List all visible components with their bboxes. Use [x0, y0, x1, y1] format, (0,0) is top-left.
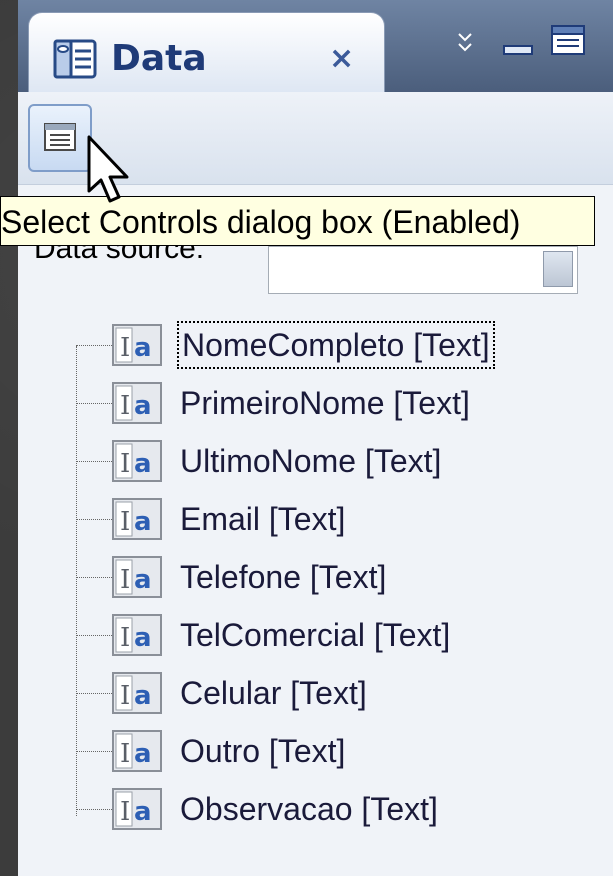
tree-branch-line	[76, 809, 114, 810]
svg-text:I: I	[120, 507, 130, 537]
panel-menu-chevron-icon[interactable]	[455, 28, 475, 67]
tree-item[interactable]: I a TelComercial [Text]	[18, 606, 613, 664]
tree-branch-line	[76, 693, 114, 694]
tab-label: Data	[111, 38, 207, 79]
svg-text:I: I	[120, 797, 130, 827]
data-panel: Data × Data source: I a NomeCompleto [Te…	[18, 0, 613, 876]
tree-branch-line	[76, 577, 114, 578]
svg-text:I: I	[120, 681, 130, 711]
svg-text:a: a	[134, 333, 152, 363]
tree-branch-line	[76, 403, 114, 404]
tree-item-label: Email [Text]	[180, 501, 346, 537]
tab-data[interactable]: Data ×	[28, 12, 385, 95]
tree-item[interactable]: I a Outro [Text]	[18, 722, 613, 780]
tree-branch-line	[76, 461, 114, 462]
data-source-row: Data source:	[18, 232, 613, 306]
text-field-icon: I a	[112, 672, 162, 714]
svg-text:a: a	[134, 391, 152, 421]
select-controls-button[interactable]	[28, 104, 92, 172]
tree-item-label: UltimoNome [Text]	[180, 443, 442, 479]
tree-item-label: PrimeiroNome [Text]	[180, 385, 470, 421]
panel-footer	[18, 836, 613, 876]
tree-item[interactable]: I a Email [Text]	[18, 490, 613, 548]
tree-item-label: Observacao [Text]	[180, 791, 438, 827]
text-field-icon: I a	[112, 788, 162, 830]
tree-item[interactable]: I a NomeCompleto [Text]	[18, 316, 613, 374]
tree-item-label: Outro [Text]	[180, 733, 346, 769]
svg-text:I: I	[120, 333, 130, 363]
text-field-icon: I a	[112, 498, 162, 540]
minimize-icon[interactable]	[500, 30, 536, 60]
svg-text:I: I	[120, 623, 130, 653]
tree-item[interactable]: I a Observacao [Text]	[18, 780, 613, 838]
svg-text:a: a	[134, 739, 152, 769]
tree-branch-line	[76, 345, 114, 346]
tree-branch-line	[76, 635, 114, 636]
panel-title-strip: Data ×	[18, 0, 613, 95]
svg-text:a: a	[134, 507, 152, 537]
data-source-icon	[53, 39, 97, 79]
text-field-icon: I a	[112, 614, 162, 656]
svg-text:a: a	[134, 797, 152, 827]
text-field-icon: I a	[112, 440, 162, 482]
close-icon[interactable]: ×	[329, 39, 354, 79]
maximize-icon[interactable]	[548, 22, 588, 58]
tree-item[interactable]: I a UltimoNome [Text]	[18, 432, 613, 490]
svg-text:I: I	[120, 565, 130, 595]
text-field-icon: I a	[112, 556, 162, 598]
tree-branch-line	[76, 519, 114, 520]
svg-text:a: a	[134, 681, 152, 711]
tree-item-label: Celular [Text]	[180, 675, 367, 711]
svg-text:a: a	[134, 623, 152, 653]
data-fields-tree: I a NomeCompleto [Text] I a PrimeiroNome…	[18, 316, 613, 836]
dropdown-arrow-icon[interactable]	[543, 251, 573, 287]
svg-text:I: I	[120, 391, 130, 421]
tree-item[interactable]: I a Celular [Text]	[18, 664, 613, 722]
svg-text:I: I	[120, 739, 130, 769]
tree-item-label: NomeCompleto [Text]	[177, 321, 495, 369]
tree-item-label: TelComercial [Text]	[180, 617, 451, 653]
text-field-icon: I a	[112, 382, 162, 424]
text-field-icon: I a	[112, 324, 162, 366]
svg-text:a: a	[134, 565, 152, 595]
mouse-pointer-icon	[87, 135, 129, 203]
tree-item-label: Telefone [Text]	[180, 559, 387, 595]
svg-text:a: a	[134, 449, 152, 479]
svg-text:I: I	[120, 449, 130, 479]
tree-item[interactable]: I a PrimeiroNome [Text]	[18, 374, 613, 432]
tree-branch-line	[76, 751, 114, 752]
tree-item[interactable]: I a Telefone [Text]	[18, 548, 613, 606]
data-source-dropdown[interactable]	[268, 246, 578, 294]
text-field-icon: I a	[112, 730, 162, 772]
select-controls-icon	[44, 123, 76, 151]
